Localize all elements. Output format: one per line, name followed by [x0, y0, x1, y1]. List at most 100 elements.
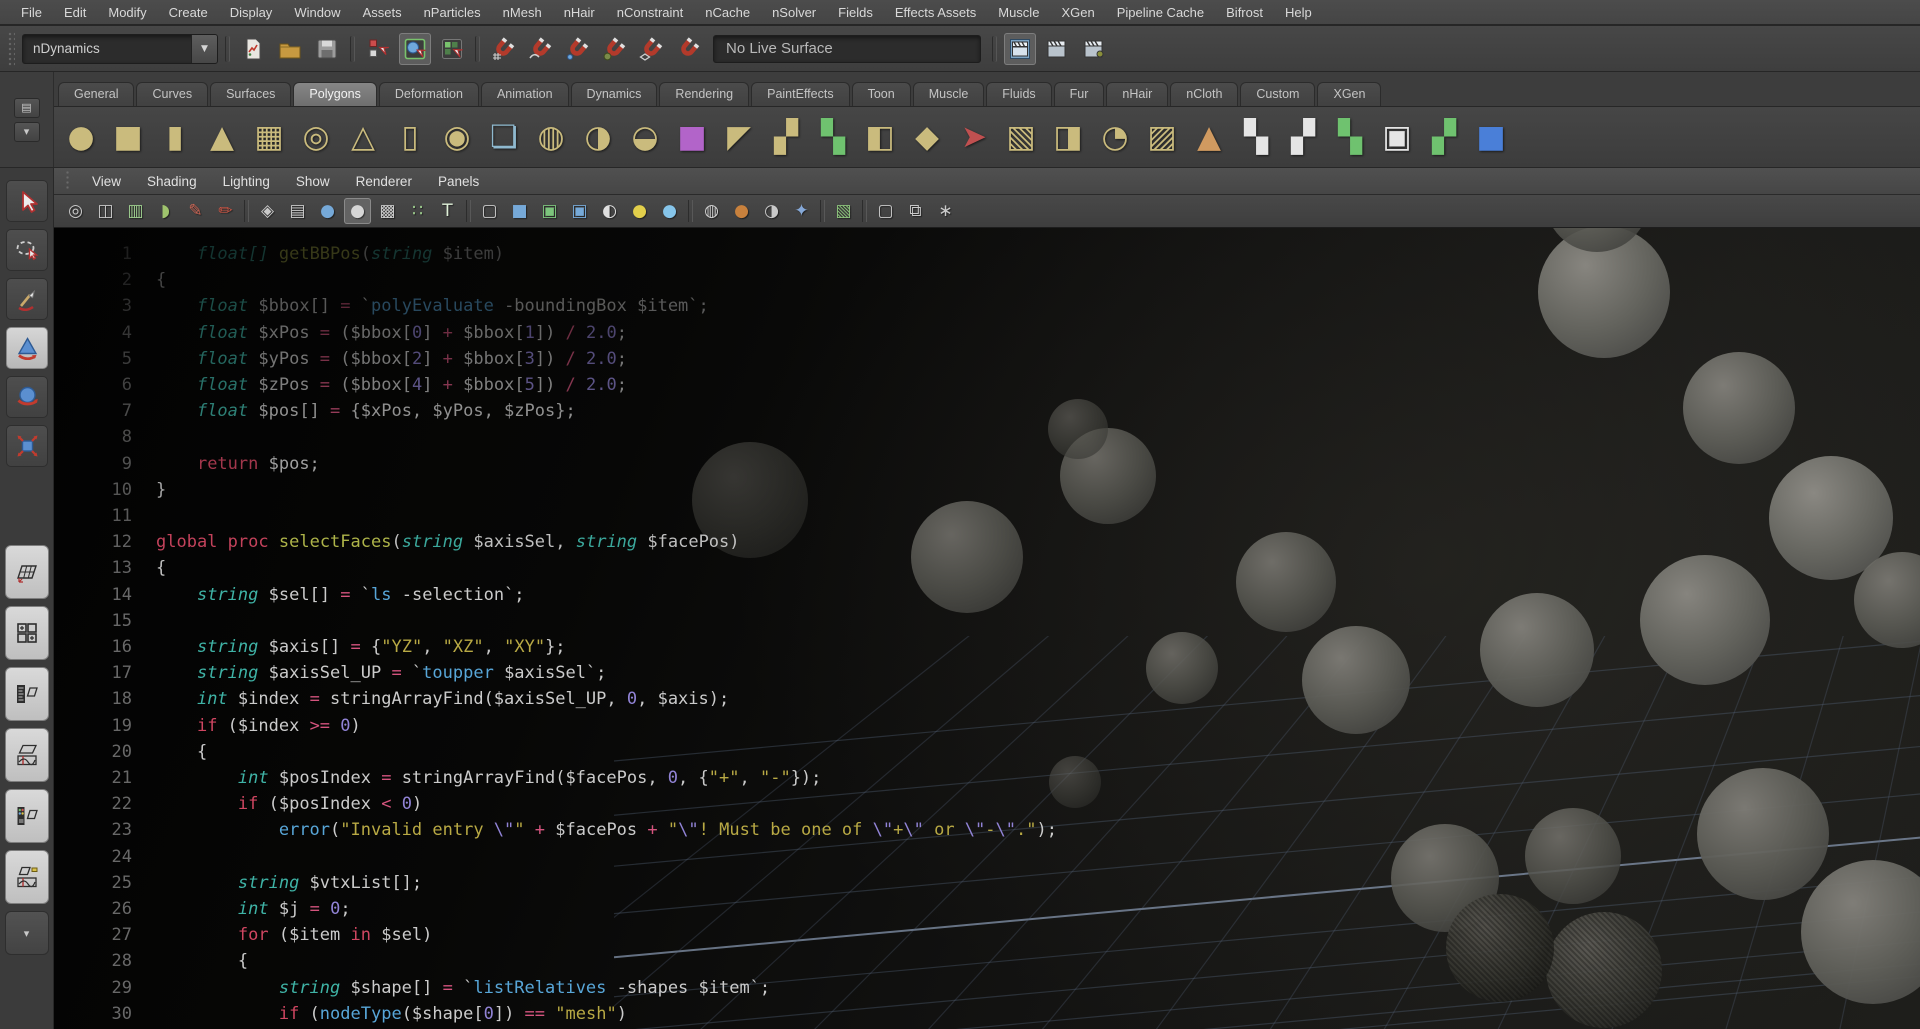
object-selection-mask-icon[interactable]: ▧ [830, 198, 857, 224]
shelf-tab-curves[interactable]: Curves [136, 82, 208, 106]
snap-to-curve-button[interactable] [524, 33, 556, 65]
menu-window[interactable]: Window [283, 2, 351, 23]
menu-fields[interactable]: Fields [827, 2, 884, 23]
texture-placement-icon[interactable]: T [434, 198, 461, 224]
multisample-icon[interactable]: ✦ [788, 198, 815, 224]
statusline-separator[interactable] [223, 32, 232, 66]
uv-checker-button[interactable]: ▞ [1280, 114, 1326, 160]
select-by-component-type-button[interactable] [436, 33, 468, 65]
panel-menu-shading[interactable]: Shading [134, 172, 210, 191]
menu-muscle[interactable]: Muscle [987, 2, 1050, 23]
menu-modify[interactable]: Modify [97, 2, 157, 23]
shelf-tab-rendering[interactable]: Rendering [659, 82, 749, 106]
shelf-tab-ncloth[interactable]: nCloth [1170, 82, 1238, 106]
snap-to-point-button[interactable] [561, 33, 593, 65]
occlusion-icon[interactable]: ● [728, 198, 755, 224]
menu-nparticles[interactable]: nParticles [413, 2, 492, 23]
shelf-item-menu-button[interactable]: ▤ [14, 98, 40, 118]
menu-assets[interactable]: Assets [352, 2, 413, 23]
isolate-select-icon[interactable]: ▢ [476, 198, 503, 224]
menu-bifrost[interactable]: Bifrost [1215, 2, 1274, 23]
menu-nconstraint[interactable]: nConstraint [606, 2, 694, 23]
shelf-tab-fur[interactable]: Fur [1054, 82, 1105, 106]
snap-to-projected-center-button[interactable] [598, 33, 630, 65]
snap-to-view-plane-button[interactable] [635, 33, 667, 65]
shelf-tab-muscle[interactable]: Muscle [913, 82, 985, 106]
poly-cylinder-button[interactable]: ▮ [152, 114, 198, 160]
scale-tool[interactable] [6, 425, 48, 467]
menu-pipeline-cache[interactable]: Pipeline Cache [1106, 2, 1215, 23]
poly-cube-button[interactable]: ■ [105, 114, 151, 160]
poly-sphere-button[interactable]: ● [58, 114, 104, 160]
uv-unfold-button[interactable]: ▚ [1327, 114, 1373, 160]
wedge-face-button[interactable]: ▲ [1186, 114, 1232, 160]
shelf-tab-polygons[interactable]: Polygons [293, 82, 376, 106]
extrude-button[interactable]: ◤ [716, 114, 762, 160]
default-light-icon[interactable]: ● [626, 198, 653, 224]
layout-hypershade-persp-button[interactable] [5, 789, 49, 843]
uv-cut-button[interactable]: ▞ [1421, 114, 1467, 160]
xray-icon[interactable]: ■ [506, 198, 533, 224]
shelf-tab-general[interactable]: General [58, 82, 134, 106]
panel-grip-handle[interactable] [66, 171, 71, 191]
make-live-button[interactable] [672, 33, 704, 65]
separate-button[interactable]: ◒ [622, 114, 668, 160]
menu-nhair[interactable]: nHair [553, 2, 606, 23]
open-scene-button[interactable] [274, 33, 306, 65]
menu-xgen[interactable]: XGen [1050, 2, 1105, 23]
spin-edge-button[interactable]: ◔ [1092, 114, 1138, 160]
bridge-button[interactable]: ▞ [763, 114, 809, 160]
shelf-tab-custom[interactable]: Custom [1240, 82, 1315, 106]
menu-effects-assets[interactable]: Effects Assets [884, 2, 987, 23]
new-scene-button[interactable] [237, 33, 269, 65]
shelf-tab-menu-button[interactable]: ▾ [14, 122, 40, 142]
menu-edit[interactable]: Edit [53, 2, 97, 23]
wireframe-mode-icon[interactable]: ◈ [254, 198, 281, 224]
exposure-icon[interactable]: ◐ [596, 198, 623, 224]
xray-joints-icon[interactable]: ▣ [536, 198, 563, 224]
nex-modeling-button[interactable]: ■ [1468, 114, 1514, 160]
select-tool[interactable] [6, 180, 48, 222]
layout-single-persp-button[interactable] [5, 545, 49, 599]
select-by-hierarchy-button[interactable] [362, 33, 394, 65]
boolean-button[interactable]: ■ [669, 114, 715, 160]
shelf-tab-fluids[interactable]: Fluids [986, 82, 1051, 106]
poke-face-button[interactable]: ▨ [1139, 114, 1185, 160]
render-current-frame-button[interactable] [1004, 33, 1036, 65]
shelf-tab-animation[interactable]: Animation [481, 82, 569, 106]
append-to-poly-button[interactable]: ◧ [857, 114, 903, 160]
statusline-separator[interactable] [348, 32, 357, 66]
textured-mode-icon[interactable]: ● [344, 198, 371, 224]
split-mesh-button[interactable]: ▧ [998, 114, 1044, 160]
statusline-separator[interactable] [990, 32, 999, 66]
lasso-select-tool[interactable] [6, 229, 48, 271]
layout-menu-button[interactable]: ▾ [5, 911, 49, 955]
uv-smooth-button[interactable]: ▚ [1233, 114, 1279, 160]
layout-persp-uv-button[interactable] [5, 850, 49, 904]
statusline-grip-handle[interactable] [8, 32, 15, 66]
panel-menu-show[interactable]: Show [283, 172, 343, 191]
xray-active-components-icon[interactable]: ▣ [566, 198, 593, 224]
paint-select-tool[interactable] [6, 278, 48, 320]
chevron-down-icon[interactable]: ▼ [191, 35, 217, 63]
2d-pan-zoom-icon[interactable]: ✎ [182, 198, 209, 224]
menu-create[interactable]: Create [158, 2, 219, 23]
shelf-tab-painteffects[interactable]: PaintEffects [751, 82, 849, 106]
combine-button[interactable]: ◑ [575, 114, 621, 160]
plugin-object-icon[interactable]: ▢ [872, 198, 899, 224]
target-weld-button[interactable]: ◨ [1045, 114, 1091, 160]
poly-cone-button[interactable]: ▲ [199, 114, 245, 160]
smooth-shade-icon[interactable]: ▤ [284, 198, 311, 224]
render-settings-button[interactable] [1078, 33, 1110, 65]
shelf-tab-dynamics[interactable]: Dynamics [571, 82, 658, 106]
use-all-lights-icon[interactable]: ▩ [374, 198, 401, 224]
ambient-light-icon[interactable]: ● [656, 198, 683, 224]
select-by-object-type-button[interactable] [399, 33, 431, 65]
shelf-tab-nhair[interactable]: nHair [1106, 82, 1168, 106]
shadows-icon[interactable]: ∷ [404, 198, 431, 224]
stereo-camera-icon[interactable]: ◎ [62, 198, 89, 224]
menu-ncache[interactable]: nCache [694, 2, 761, 23]
menu-nmesh[interactable]: nMesh [492, 2, 553, 23]
bookmarks-icon[interactable]: ▥ [122, 198, 149, 224]
image-plane-icon[interactable]: ◗ [152, 198, 179, 224]
